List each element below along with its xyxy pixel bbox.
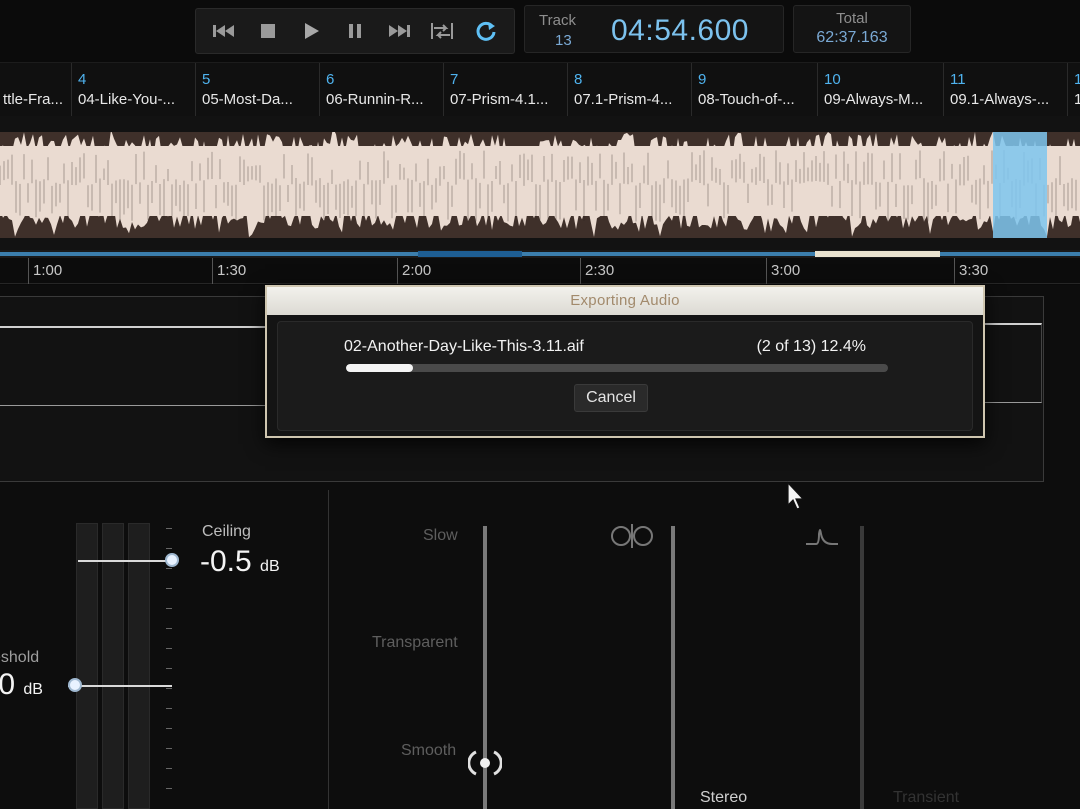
threshold-slider-knob[interactable] (68, 678, 82, 692)
timeline-tick: 1:30 (212, 258, 246, 284)
threshold-value[interactable]: .0 dB (0, 668, 43, 702)
track-number: 4 (78, 71, 87, 88)
stop-icon[interactable] (251, 14, 285, 48)
track-tab[interactable]: 6 06-Runnin-R... (319, 63, 443, 116)
threshold-unit: dB (23, 681, 43, 698)
export-progress-text: (2 of 13) 12.4% (756, 338, 866, 355)
threshold-label: eshold (0, 649, 40, 666)
stereo-slider-track (671, 526, 675, 809)
track-number: 1 (1074, 71, 1080, 89)
rewind-icon[interactable] (207, 14, 241, 48)
timeline-tick: 1:00 (28, 258, 62, 284)
meter-bar (128, 523, 150, 809)
track-tab[interactable]: 4 04-Like-You-... (71, 63, 195, 116)
track-number: 5 (202, 71, 211, 88)
ceiling-label: Ceiling (202, 523, 251, 540)
transient-icon (804, 522, 840, 550)
transport-controls (195, 8, 515, 54)
track-name: 09-Always-M... (824, 91, 924, 108)
timeline-tick: 2:00 (397, 258, 431, 284)
track-number: 8 (574, 71, 583, 88)
track-number: 9 (698, 71, 707, 88)
track-name: 09.1-Always-... (950, 91, 1050, 108)
total-label: Total (836, 10, 868, 27)
fast-forward-icon[interactable] (382, 14, 416, 48)
cancel-button[interactable]: Cancel (574, 384, 648, 412)
track-name: 05-Most-Da... (202, 91, 293, 108)
track-number: 7 (450, 71, 459, 88)
track-name: ttle-Fra... (3, 91, 64, 108)
ceiling-slider-knob[interactable] (165, 553, 179, 567)
graph-lines (0, 326, 270, 406)
ceiling-value[interactable]: -0.5 dB (200, 545, 280, 579)
style-transparent-label: Transparent (372, 634, 458, 651)
meter-scale (162, 528, 174, 808)
selection-highlight[interactable] (993, 116, 1047, 250)
track-tab[interactable]: ttle-Fra... (0, 63, 72, 116)
track-name: 07-Prism-4.1... (450, 91, 549, 108)
transient-slider-track (860, 526, 864, 809)
exporting-audio-dialog: Exporting Audio 02-Another-Day-Like-This… (265, 285, 985, 438)
track-name: 04-Like-You-... (78, 91, 176, 108)
track-list: ttle-Fra... 4 04-Like-You-... 5 05-Most-Da… (0, 62, 1080, 116)
export-filename: 02-Another-Day-Like-This-3.11.aif (344, 338, 584, 355)
mouse-pointer-icon (786, 481, 806, 511)
ceiling-number: -0.5 (200, 545, 252, 578)
level-meters (76, 523, 172, 809)
track-number: 11 (950, 71, 966, 88)
style-slow-label: Slow (423, 527, 458, 544)
track-name: 08-Touch-of-... (698, 91, 795, 108)
timeline-ruler[interactable]: 1:00 1:30 2:00 2:30 3:00 3:30 (0, 258, 1080, 284)
ceiling-slider-track (78, 560, 174, 562)
transient-label: Transient (893, 789, 960, 806)
track-name: 06-Runnin-R... (326, 91, 424, 108)
threshold-number: .0 (0, 668, 16, 701)
repeat-icon[interactable] (469, 14, 503, 48)
timeline-tick: 3:30 (954, 258, 988, 284)
track-tab[interactable]: 10 09-Always-M... (817, 63, 943, 116)
timeline-tick: 3:00 (766, 258, 800, 284)
meter-bar (102, 523, 124, 809)
track-name: 1 (1074, 91, 1080, 108)
pause-icon[interactable] (338, 14, 372, 48)
track-tab[interactable]: 8 07.1-Prism-4... (567, 63, 691, 116)
play-icon[interactable] (294, 14, 328, 48)
waveform-graphic (0, 116, 1080, 250)
track-number: 10 (824, 71, 841, 88)
section-divider (328, 490, 329, 809)
track-name: 07.1-Prism-4... (574, 91, 673, 108)
waveform-overview[interactable] (0, 116, 1080, 250)
timeline-tick: 2:30 (580, 258, 614, 284)
track-label: Track (539, 12, 576, 29)
track-number: 6 (326, 71, 335, 88)
transport-bar: Track 13 04:54.600 Total 62:37.163 (0, 0, 1080, 60)
export-progress-bar (346, 364, 888, 372)
position-counter: Track 13 04:54.600 (524, 5, 784, 53)
track-tab[interactable]: 5 05-Most-Da... (195, 63, 319, 116)
track-number (3, 71, 72, 89)
dialog-body: 02-Another-Day-Like-This-3.11.aif (2 of … (277, 321, 973, 431)
loop-region-icon[interactable] (425, 14, 459, 48)
time-display: 04:54.600 (611, 14, 749, 47)
graph-lines (980, 323, 1042, 403)
total-value: 62:37.163 (816, 29, 888, 46)
ceiling-unit: dB (260, 558, 280, 575)
dialog-title: Exporting Audio (267, 287, 983, 315)
meter-bar (76, 523, 98, 809)
track-tab[interactable]: 11 09.1-Always-... (943, 63, 1067, 116)
stereo-label: Stereo (700, 789, 748, 806)
track-number: 13 (555, 32, 572, 49)
character-slider-handle[interactable] (467, 748, 503, 778)
total-duration: Total 62:37.163 (793, 5, 911, 53)
playback-strip (0, 250, 1080, 258)
style-smooth-label: Smooth (401, 742, 457, 759)
track-tab[interactable]: 11 (1067, 63, 1080, 116)
stereo-independence-icon (610, 522, 654, 550)
track-tab[interactable]: 9 08-Touch-of-... (691, 63, 817, 116)
track-tab[interactable]: 7 07-Prism-4.1... (443, 63, 567, 116)
export-progress-fill (346, 364, 414, 372)
threshold-slider-track (68, 685, 172, 687)
